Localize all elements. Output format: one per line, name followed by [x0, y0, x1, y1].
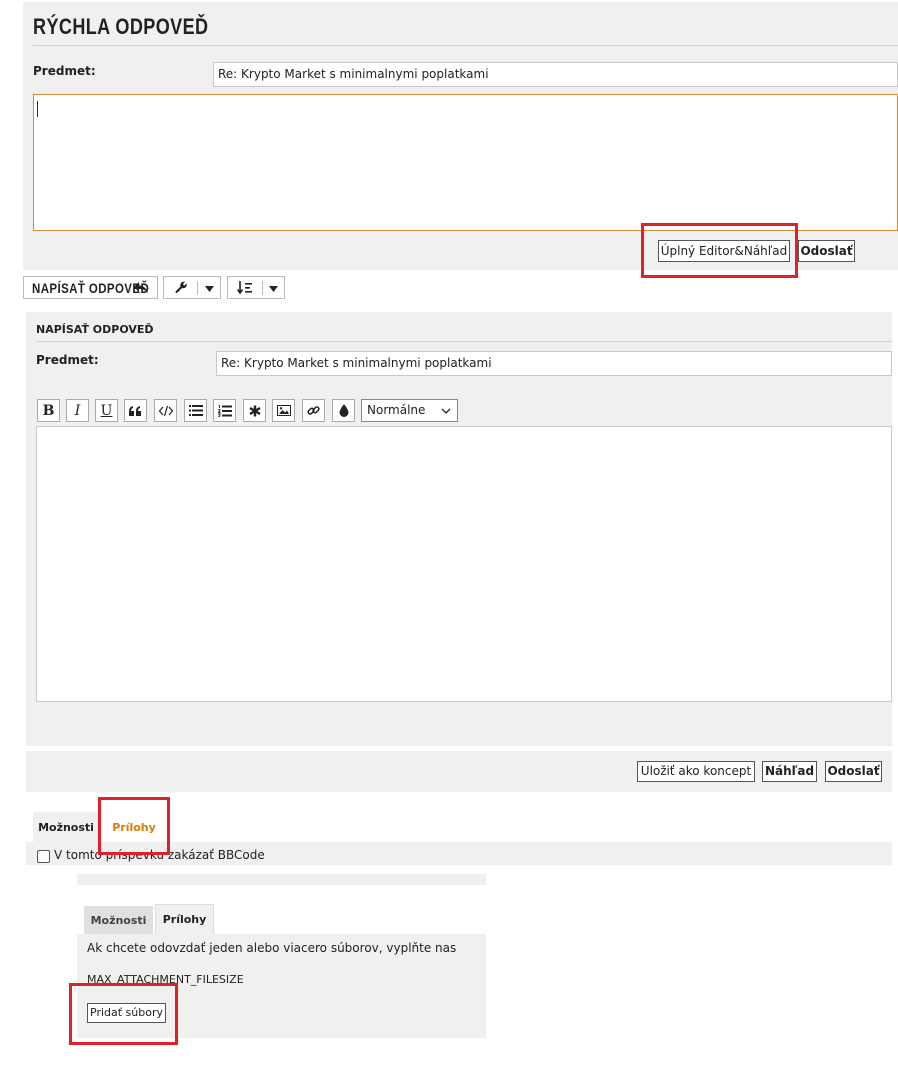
- code-button[interactable]: [154, 399, 177, 422]
- asterisk-icon: [248, 405, 261, 416]
- attachments-tab-attachments[interactable]: Prílohy: [155, 904, 214, 934]
- bold-button[interactable]: B: [37, 399, 60, 422]
- toolbar-separator: [197, 281, 198, 295]
- underline-button[interactable]: U: [95, 399, 118, 422]
- link-icon: [307, 406, 320, 415]
- post-reply-button[interactable]: NAPÍSAŤ ODPOVEĎ: [23, 276, 158, 299]
- quick-reply-subject-input[interactable]: Re: Krypto Market s minimalnymi poplatka…: [213, 62, 898, 87]
- italic-button[interactable]: I: [66, 399, 89, 422]
- attachments-tab-options[interactable]: Možnosti: [84, 906, 153, 934]
- droplet-icon: [339, 404, 348, 417]
- image-button[interactable]: [272, 399, 295, 422]
- reply-arrow-icon: [134, 281, 148, 294]
- sort-icon: [237, 280, 252, 294]
- bullet-list-button[interactable]: [184, 399, 207, 422]
- quick-reply-divider: [33, 45, 898, 46]
- quote-icon: [129, 405, 141, 416]
- toolbar-separator: [262, 281, 263, 295]
- post-form-message-textarea[interactable]: [36, 426, 892, 702]
- font-size-select[interactable]: Normálne: [361, 399, 458, 422]
- attachments-instruction: Ak chcete odovzdať jeden alebo viacero s…: [87, 941, 457, 955]
- post-reply-label: NAPÍSAŤ ODPOVEĎ: [32, 279, 150, 296]
- code-icon: [158, 405, 173, 416]
- attachments-top-strip: [77, 874, 486, 885]
- post-form-send-button[interactable]: Odoslať: [825, 761, 882, 782]
- numbered-list-button[interactable]: [213, 399, 236, 422]
- quick-reply-subject-label: Predmet:: [33, 64, 96, 78]
- highlight-full-editor: [641, 223, 798, 278]
- quick-reply-title: RÝCHLA ODPOVEĎ: [33, 14, 209, 39]
- numbered-list-icon: [217, 404, 232, 417]
- post-form-divider: [36, 341, 892, 342]
- list-item-button[interactable]: [243, 399, 266, 422]
- disable-bbcode-checkbox[interactable]: [37, 850, 50, 863]
- preview-button[interactable]: Náhľad: [762, 761, 817, 782]
- font-size-selected: Normálne: [367, 403, 426, 417]
- wrench-icon: [175, 281, 187, 293]
- color-button[interactable]: [332, 399, 355, 422]
- save-draft-button[interactable]: Uložiť ako koncept: [637, 761, 755, 782]
- post-form-title: NAPÍSAŤ ODPOVEĎ: [36, 323, 154, 336]
- sort-dropdown-button[interactable]: [227, 276, 285, 299]
- quick-reply-message-textarea[interactable]: [33, 94, 898, 231]
- tools-dropdown-button[interactable]: [163, 276, 221, 299]
- post-form-subject-label: Predmet:: [36, 353, 99, 367]
- highlight-add-files: [69, 983, 178, 1045]
- quick-reply-send-button[interactable]: Odoslať: [798, 240, 855, 262]
- bullet-list-icon: [188, 405, 203, 416]
- text-cursor: [37, 101, 38, 117]
- editor-toolbar: B I U Normálne: [37, 399, 477, 423]
- quote-button[interactable]: [124, 399, 147, 422]
- image-icon: [276, 405, 291, 416]
- link-button[interactable]: [302, 399, 325, 422]
- chevron-down-icon: [441, 408, 451, 414]
- post-form-subject-input[interactable]: Re: Krypto Market s minimalnymi poplatka…: [216, 351, 892, 376]
- tab-options[interactable]: Možnosti: [33, 812, 99, 842]
- caret-down-icon: [205, 286, 214, 292]
- caret-down-icon: [269, 286, 278, 292]
- highlight-attachments-tab: [98, 797, 170, 855]
